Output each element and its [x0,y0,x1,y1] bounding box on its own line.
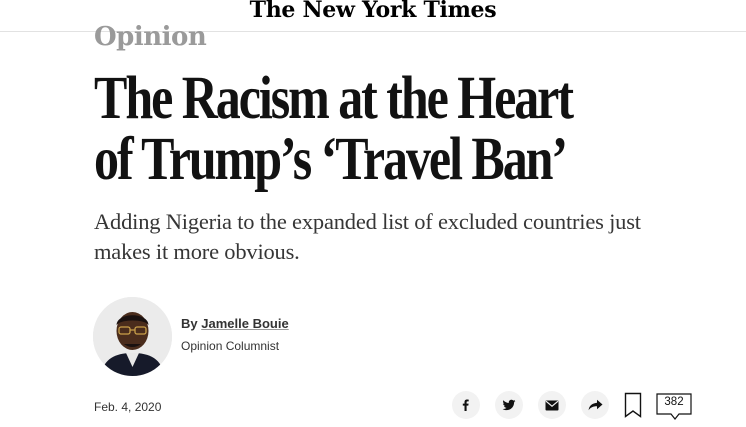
twitter-icon [502,399,516,411]
section-label[interactable]: Opinion [94,22,207,52]
facebook-share-button[interactable] [452,391,480,419]
author-avatar [93,297,172,376]
twitter-share-button[interactable] [495,391,523,419]
facebook-icon [462,399,469,411]
byline: By Jamelle Bouie [181,316,289,331]
email-share-button[interactable] [538,391,566,419]
email-icon [545,400,559,410]
byline-prefix: By [181,316,198,331]
comment-count: 382 [664,396,684,408]
headline: The Racism at the Heart of Trump’s ‘Trav… [94,65,574,193]
author-role: Opinion Columnist [181,339,280,353]
bookmark-icon [624,392,642,418]
comments-button[interactable]: 382 [656,393,692,421]
headline-line-2: of Trump’s ‘Travel Ban’ [94,126,568,193]
summary-dek: Adding Nigeria to the expanded list of e… [94,209,641,264]
more-share-button[interactable] [581,391,609,419]
save-article-button[interactable] [624,392,642,419]
share-icon [588,399,602,411]
publish-date: Feb. 4, 2020 [94,400,162,414]
nyt-logo[interactable]: The New York Times [0,0,746,23]
author-link[interactable]: Jamelle Bouie [201,316,288,331]
headline-line-1: The Racism at the Heart [94,65,574,132]
